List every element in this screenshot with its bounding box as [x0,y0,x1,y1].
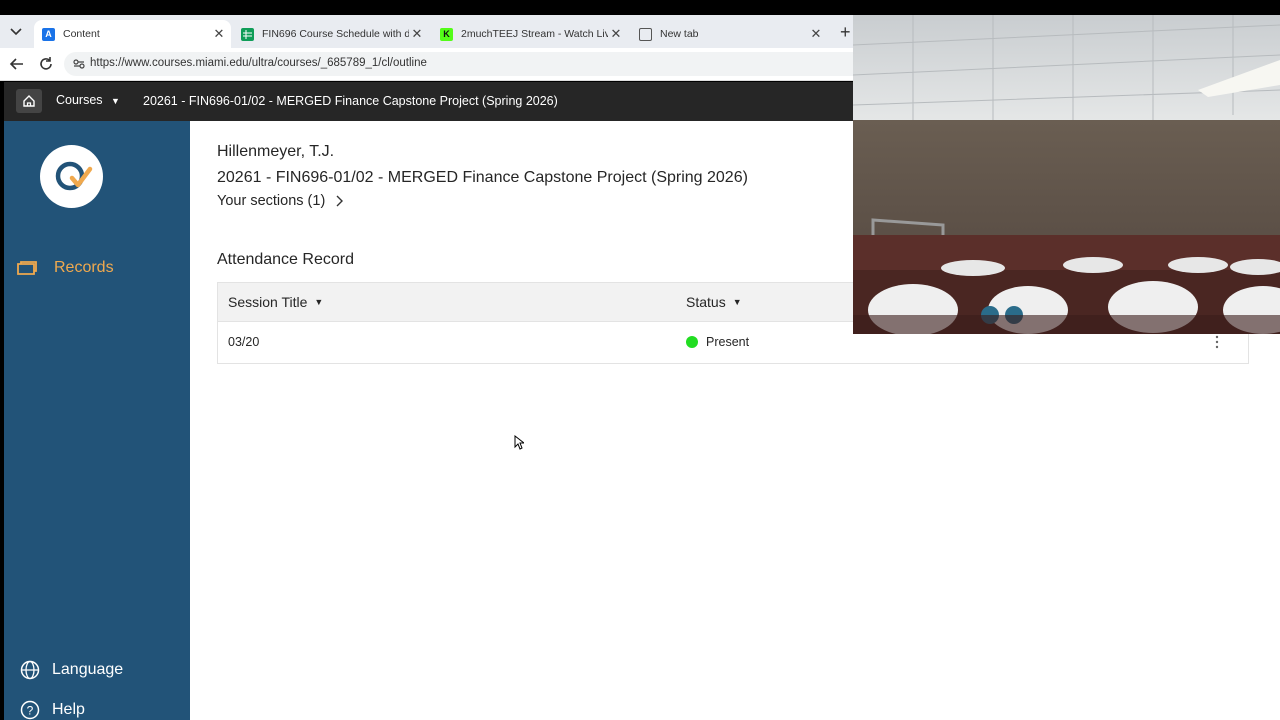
course-full-title: 20261 - FIN696-01/02 - MERGED Finance Ca… [217,169,748,186]
session-cell: 03/20 [228,335,260,349]
course-title: 20261 - FIN696-01/02 - MERGED Finance Ca… [143,94,558,108]
site-info-icon[interactable] [72,57,86,71]
tab-new-tab[interactable]: New tab ✕ [631,20,828,48]
caret-down-icon: ▼ [111,96,120,106]
close-tab-icon[interactable]: ✕ [808,26,824,42]
home-icon [23,95,35,107]
tab-stream[interactable]: K 2muchTEEJ Stream - Watch Live on ✕ [432,20,628,48]
status-cell: Present [686,335,749,349]
tab-list-chevron-icon[interactable] [6,23,26,41]
webcam-overlay [853,15,1280,334]
tab-course-schedule[interactable]: FIN696 Course Schedule with dead ✕ [233,20,429,48]
url-text: https://www.courses.miami.edu/ultra/cour… [90,57,427,69]
tab-content[interactable]: A Content ✕ [34,20,231,48]
records-icon [17,261,37,275]
close-tab-icon[interactable]: ✕ [211,26,227,42]
close-tab-icon[interactable]: ✕ [409,26,425,42]
back-arrow-icon[interactable] [9,56,25,72]
newtab-icon [639,27,652,41]
courses-menu-button[interactable]: Courses ▼ [56,93,120,107]
instructor-name: Hillenmeyer, T.J. [217,143,335,160]
sidebar-item-language[interactable]: Language [20,660,123,680]
chevron-right-icon [336,195,344,207]
kick-icon: K [440,27,453,41]
session-title-header[interactable]: Session Title ▼ [228,294,323,310]
globe-icon [20,660,40,680]
sidebar-item-records[interactable]: Records [16,257,114,279]
sheets-icon [241,27,254,41]
status-dot-icon [686,336,698,348]
sort-caret-icon: ▼ [732,297,742,307]
help-icon: ? [20,700,40,720]
reload-icon[interactable] [38,56,54,72]
address-bar[interactable]: https://www.courses.miami.edu/ultra/cour… [64,52,964,76]
sidebar-item-help[interactable]: ? Help [20,700,85,720]
mouse-cursor-icon [514,435,524,450]
status-header[interactable]: Status ▼ [686,294,742,310]
qwickly-logo [40,145,103,208]
attendance-heading: Attendance Record [217,251,354,268]
new-tab-plus-icon[interactable]: + [840,22,854,44]
classroom-video-image [853,15,1280,334]
more-options-icon[interactable] [1214,334,1220,350]
screen: A Content ✕ FIN696 Course Schedule with … [0,0,1280,720]
svg-text:?: ? [27,704,34,718]
close-tab-icon[interactable]: ✕ [608,26,624,42]
your-sections-link[interactable]: Your sections (1) [217,193,344,209]
home-button[interactable] [16,89,42,113]
sort-caret-icon: ▼ [314,297,324,307]
sidebar: Records Language ? Help [4,121,190,720]
blackboard-icon: A [42,27,55,41]
